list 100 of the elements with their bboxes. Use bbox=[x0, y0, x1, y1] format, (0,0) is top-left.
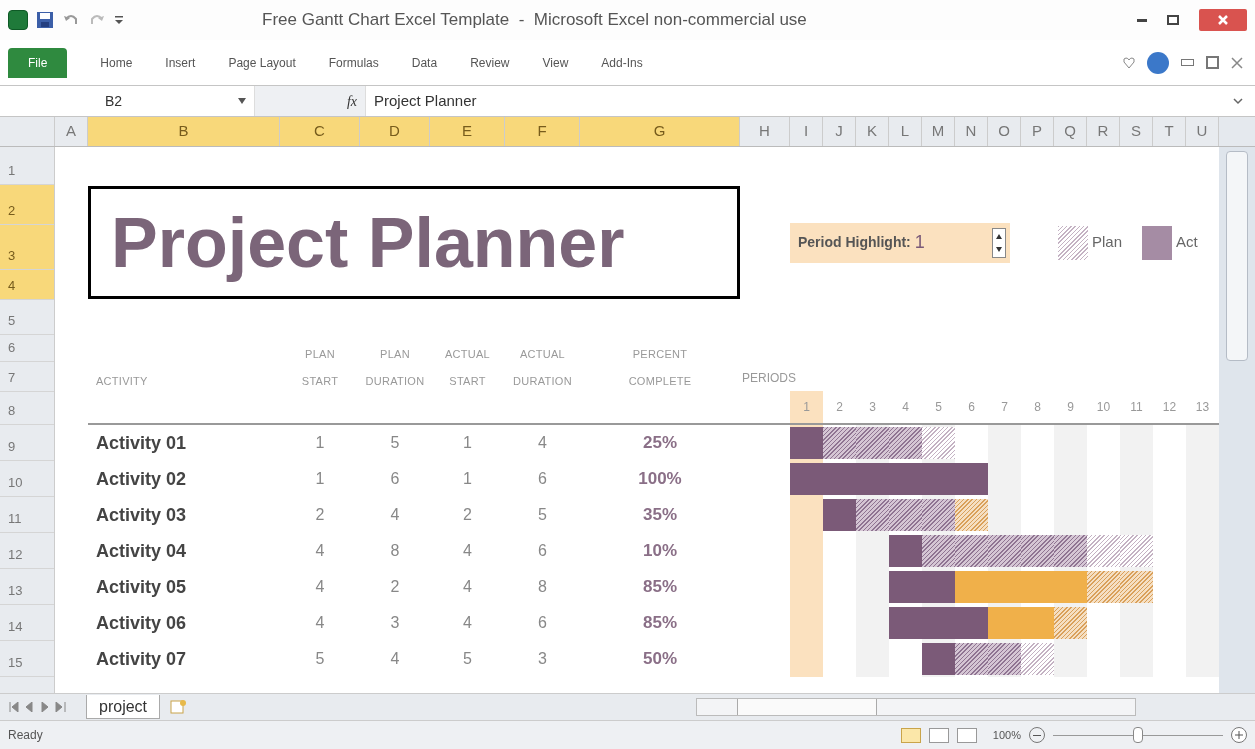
ribbon-tab[interactable]: Formulas bbox=[328, 53, 379, 72]
table-cell-text: 1 bbox=[314, 433, 326, 453]
maximize-icon[interactable] bbox=[1167, 15, 1179, 25]
column-header[interactable]: I bbox=[790, 117, 823, 146]
table-cell-text: 5 bbox=[389, 433, 401, 453]
column-header[interactable]: T bbox=[1153, 117, 1186, 146]
row-number[interactable]: 13 bbox=[0, 569, 54, 605]
scrollbar-thumb[interactable] bbox=[1226, 151, 1248, 361]
column-header[interactable]: C bbox=[280, 117, 360, 146]
row-number[interactable]: 3 bbox=[0, 225, 54, 270]
new-sheet-icon[interactable] bbox=[168, 699, 189, 715]
ribbon-tab[interactable]: Home bbox=[100, 53, 133, 72]
ribbon-tab[interactable]: Review bbox=[470, 53, 510, 72]
legend-label: Plan bbox=[1092, 232, 1123, 253]
column-header[interactable]: P bbox=[1021, 117, 1054, 146]
table-cell-text: 4 bbox=[389, 505, 401, 525]
dropdown-icon[interactable] bbox=[238, 98, 246, 104]
table-cell-text: 5 bbox=[462, 649, 473, 669]
function-button[interactable]: fx bbox=[346, 90, 357, 112]
ribbon-tab[interactable]: View bbox=[542, 53, 569, 72]
table-cell-text: 6 bbox=[537, 613, 548, 633]
row-number[interactable]: 8 bbox=[0, 392, 54, 425]
horizontal-scrollbar[interactable] bbox=[696, 698, 1137, 716]
minimize-icon[interactable] bbox=[1137, 18, 1147, 22]
gantt-bar-segment bbox=[1087, 571, 1120, 603]
column-header[interactable]: R bbox=[1087, 117, 1120, 146]
column-label: PLAN START bbox=[301, 347, 339, 389]
row-number[interactable]: 2 bbox=[0, 185, 54, 225]
sheet-tab[interactable]: project bbox=[86, 695, 161, 719]
page-layout-icon[interactable] bbox=[928, 727, 949, 743]
row-number[interactable]: 11 bbox=[0, 497, 54, 533]
column-header[interactable]: Q bbox=[1054, 117, 1087, 146]
row-number[interactable]: 9 bbox=[0, 425, 54, 461]
row-number[interactable]: 12 bbox=[0, 533, 54, 569]
table-cell-text: 3 bbox=[537, 649, 548, 669]
column-header[interactable]: K bbox=[856, 117, 889, 146]
expand-icon[interactable] bbox=[1233, 97, 1243, 105]
zoom-level[interactable]: 100% bbox=[992, 726, 1021, 744]
column-header[interactable]: N bbox=[955, 117, 988, 146]
period-number: 12 bbox=[1161, 398, 1178, 416]
zoom-in-icon[interactable] bbox=[1231, 727, 1247, 743]
periods-label: PERIODS bbox=[742, 369, 796, 387]
table-cell-text: 6 bbox=[537, 469, 548, 489]
table-cell-text: 5 bbox=[537, 505, 548, 525]
gantt-bar-segment bbox=[955, 463, 988, 495]
table-cell-text: 4 bbox=[462, 613, 473, 633]
normal-view-icon[interactable] bbox=[900, 727, 921, 743]
period-highlight-control[interactable]: Period Highlight: 1 bbox=[790, 222, 1010, 263]
row-number[interactable]: 7 bbox=[0, 362, 54, 392]
column-header[interactable]: U bbox=[1186, 117, 1219, 146]
caret-icon[interactable] bbox=[114, 13, 124, 27]
table-cell-text: 6 bbox=[389, 469, 401, 489]
period-number: 7 bbox=[1000, 398, 1009, 416]
column-header[interactable]: B bbox=[88, 117, 280, 146]
close-icon[interactable] bbox=[1231, 56, 1243, 69]
row-number[interactable]: 4 bbox=[0, 270, 54, 300]
page-break-icon[interactable] bbox=[956, 727, 977, 743]
table-cell-text: 2 bbox=[389, 577, 401, 597]
percent-complete: 85% bbox=[642, 612, 678, 635]
ribbon-tab[interactable]: Add-Ins bbox=[601, 53, 643, 72]
minimize-ribbon-icon[interactable] bbox=[1181, 59, 1194, 66]
ribbon-tab[interactable]: File bbox=[8, 47, 68, 78]
gantt-cell bbox=[790, 641, 823, 677]
gantt-cell bbox=[1186, 641, 1219, 677]
table-cell-text: 4 bbox=[537, 433, 548, 453]
save-icon[interactable] bbox=[36, 11, 54, 29]
column-header[interactable]: E bbox=[430, 117, 505, 146]
percent-complete: 85% bbox=[642, 576, 678, 599]
column-header[interactable]: O bbox=[988, 117, 1021, 146]
gantt-bar-segment bbox=[823, 427, 856, 459]
column-header[interactable]: A bbox=[55, 117, 88, 146]
spinner-icon[interactable] bbox=[992, 227, 1006, 258]
table-cell-text: 8 bbox=[537, 577, 548, 597]
row-number[interactable]: 15 bbox=[0, 641, 54, 677]
ribbon-tab[interactable]: Page Layout bbox=[228, 53, 296, 72]
close-button[interactable] bbox=[1199, 9, 1247, 31]
column-header[interactable]: G bbox=[580, 117, 740, 146]
restore-icon[interactable] bbox=[1206, 56, 1219, 69]
table-cell-text: 5 bbox=[314, 649, 326, 669]
zoom-slider-thumb[interactable] bbox=[1133, 727, 1143, 743]
column-header[interactable]: F bbox=[505, 117, 580, 146]
table-cell-text: 3 bbox=[389, 613, 401, 633]
gantt-bar-segment bbox=[1087, 535, 1120, 567]
column-header[interactable]: J bbox=[823, 117, 856, 146]
column-header[interactable]: L bbox=[889, 117, 922, 146]
row-number[interactable]: 6 bbox=[0, 335, 54, 362]
column-header[interactable]: M bbox=[922, 117, 955, 146]
column-label: PLAN DURATION bbox=[365, 347, 425, 389]
column-header[interactable]: D bbox=[360, 117, 430, 146]
ribbon-tab[interactable]: Data bbox=[411, 53, 438, 72]
table-cell-text: 1 bbox=[462, 469, 473, 489]
gantt-bar-segment bbox=[889, 427, 922, 459]
row-number[interactable]: 14 bbox=[0, 605, 54, 641]
column-header[interactable]: H bbox=[740, 117, 790, 146]
status-text: Ready bbox=[8, 727, 43, 744]
row-number[interactable]: 10 bbox=[0, 461, 54, 497]
heart-icon[interactable] bbox=[1123, 56, 1135, 69]
row-number[interactable]: 5 bbox=[0, 300, 54, 335]
column-header[interactable]: S bbox=[1120, 117, 1153, 146]
ribbon-tab[interactable]: Insert bbox=[165, 53, 196, 72]
